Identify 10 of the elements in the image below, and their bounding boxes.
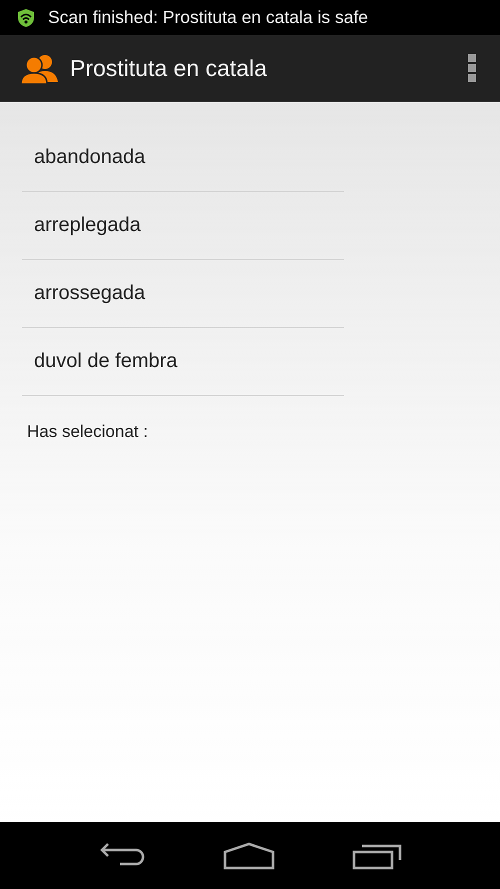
selection-label: Has selecionat : <box>27 422 149 442</box>
notification-text: Scan finished: Prostituta en catala is safe <box>48 7 368 28</box>
people-icon <box>20 52 60 84</box>
list-item[interactable]: abandonada <box>22 124 344 192</box>
shield-icon <box>16 8 36 28</box>
list-item[interactable]: duvol de fembra <box>22 328 344 396</box>
list-item[interactable]: arreplegada <box>22 192 344 260</box>
more-vertical-icon <box>468 54 476 82</box>
list-item[interactable]: arrossegada <box>22 260 344 328</box>
app-title: Prostituta en catala <box>70 54 268 82</box>
